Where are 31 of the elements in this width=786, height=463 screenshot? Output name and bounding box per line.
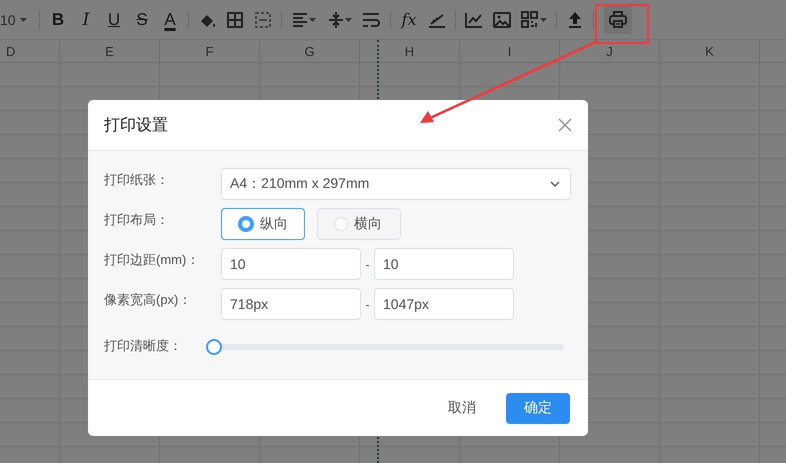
underline-button[interactable]: U: [100, 6, 128, 34]
column-header[interactable]: H: [360, 40, 460, 62]
input-field[interactable]: 10: [221, 248, 361, 280]
field-label: 打印纸张：: [104, 171, 170, 189]
separator-text: -: [364, 256, 371, 272]
field-label: 打印布局：: [104, 211, 170, 229]
input-field[interactable]: 718px: [221, 288, 361, 320]
italic-button[interactable]: I: [72, 6, 100, 34]
field-label: 打印边距(mm)：: [104, 251, 200, 269]
font-color-button[interactable]: A: [156, 6, 184, 34]
column-header[interactable]: F: [160, 40, 260, 62]
separator-text: -: [364, 296, 371, 312]
field-label: 打印清晰度：: [104, 337, 183, 355]
orientation-option[interactable]: 纵向: [221, 208, 305, 240]
column-header[interactable]: I: [460, 40, 560, 62]
column-header[interactable]: E: [60, 40, 160, 62]
dialog-title: 打印设置: [104, 116, 168, 136]
orientation-option[interactable]: 横向: [317, 208, 401, 240]
confirm-button[interactable]: 确定: [506, 392, 570, 424]
font-size-dropdown[interactable]: 10: [0, 6, 30, 34]
paper-size-select[interactable]: A4：210mm x 297mm: [221, 168, 571, 200]
input-field[interactable]: 1047px: [374, 288, 514, 320]
field-label: 像素宽高(px)：: [104, 291, 192, 309]
strikethrough-button[interactable]: S: [128, 6, 156, 34]
formula-button[interactable]: fx: [395, 6, 423, 34]
column-header[interactable]: D: [0, 40, 60, 62]
column-header[interactable]: K: [660, 40, 760, 62]
column-header[interactable]: G: [260, 40, 360, 62]
bold-button[interactable]: B: [44, 6, 72, 34]
input-field[interactable]: 10: [374, 248, 514, 280]
column-header[interactable]: J: [560, 40, 660, 62]
